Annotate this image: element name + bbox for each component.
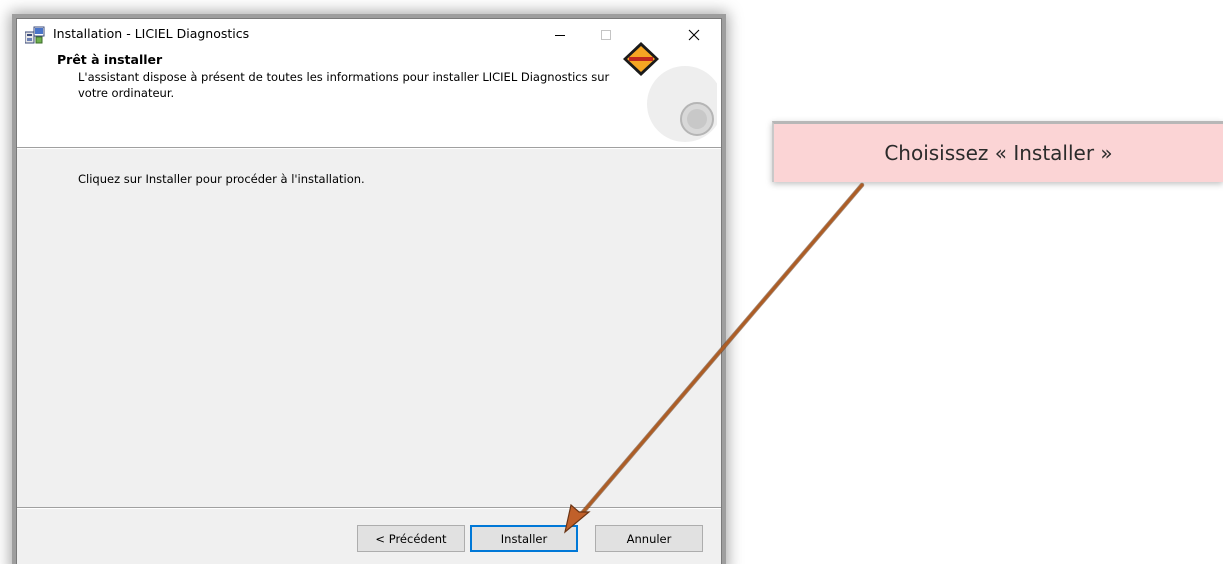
liciel-logo-icon: [621, 40, 721, 144]
header-divider-highlight: [17, 148, 721, 149]
page-description: L'assistant dispose à présent de toutes …: [78, 70, 610, 100]
window-title: Installation - LICIEL Diagnostics: [53, 26, 250, 41]
install-instruction: Cliquez sur Installer pour procéder à l'…: [78, 172, 365, 186]
installer-icon: [24, 26, 45, 44]
callout-text: Choisissez « Installer »: [884, 141, 1113, 165]
cancel-button[interactable]: Annuler: [595, 525, 703, 552]
instruction-callout: Choisissez « Installer »: [772, 121, 1223, 182]
footer-divider-highlight: [17, 508, 721, 509]
previous-button[interactable]: < Précédent: [357, 525, 465, 552]
title-bar[interactable]: Installation - LICIEL Diagnostics: [17, 19, 721, 50]
install-button[interactable]: Installer: [470, 525, 578, 552]
minimize-button[interactable]: [537, 19, 583, 50]
screenshot-stage: Installation - LICIEL Diagnostics Prêt à…: [0, 0, 1223, 564]
installer-window: Installation - LICIEL Diagnostics Prêt à…: [16, 18, 722, 564]
page-title: Prêt à installer: [57, 52, 163, 67]
